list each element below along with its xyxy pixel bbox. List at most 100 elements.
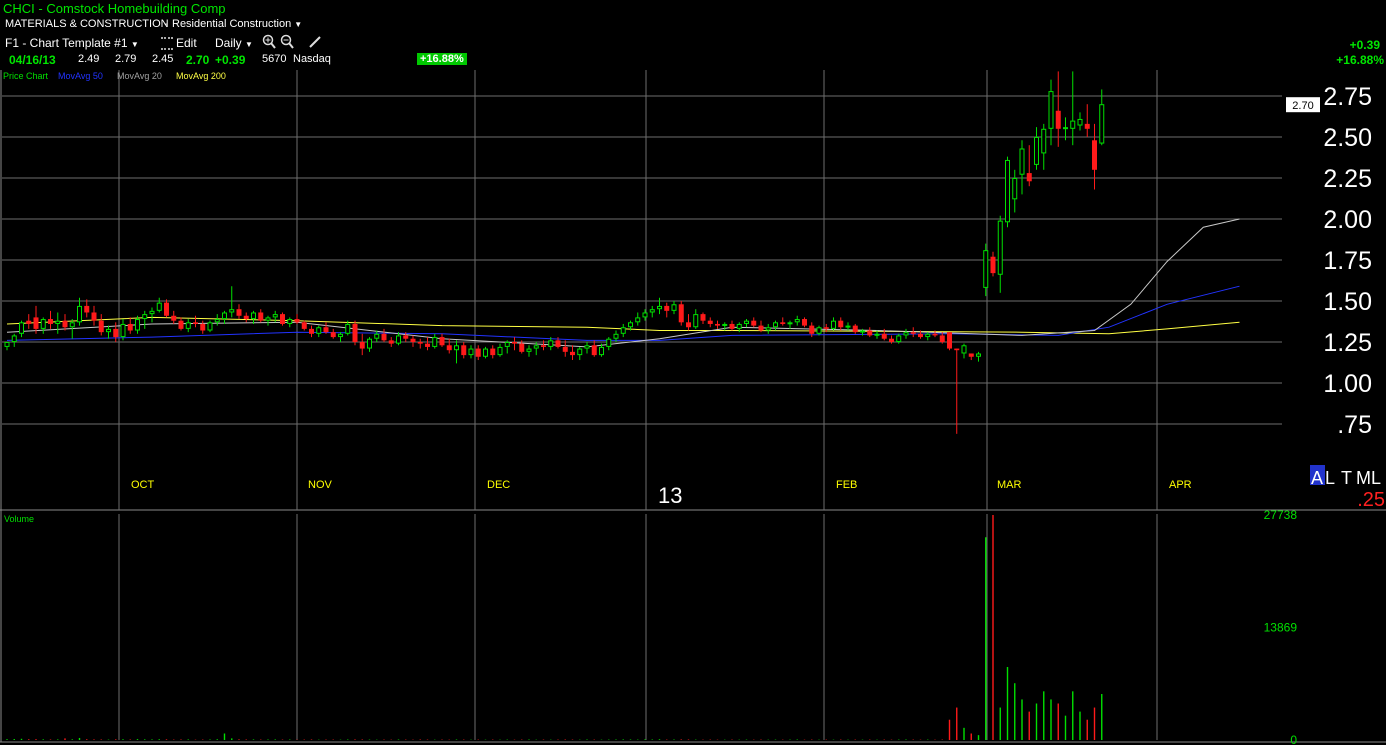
candle-body (374, 333, 380, 339)
candle-body (722, 323, 728, 326)
candle-body (584, 345, 590, 349)
candle-body (403, 335, 409, 339)
candle-body (715, 323, 720, 326)
candle (997, 215, 1003, 293)
candle (374, 330, 380, 342)
candle-body (91, 312, 97, 321)
candle (562, 340, 568, 357)
candle (577, 346, 583, 361)
candle-body (171, 315, 177, 321)
candlesticks (4, 71, 1105, 434)
candle (265, 315, 271, 326)
candle (758, 320, 764, 333)
candle-body (1012, 178, 1018, 200)
candle-body (678, 304, 684, 323)
candle-body (316, 327, 322, 334)
candle-body (439, 337, 445, 346)
candle-body (744, 320, 749, 324)
candle-body (1092, 140, 1097, 170)
candle (149, 307, 155, 323)
volume-tick-label: 27738 (1264, 508, 1298, 522)
candle-body (294, 319, 300, 323)
candle-body (816, 327, 822, 334)
candle-body (635, 317, 641, 323)
candle-body (207, 322, 213, 331)
candle (664, 302, 670, 318)
candle (591, 340, 597, 357)
candle (802, 317, 807, 328)
scale-letter: A (1311, 468, 1323, 488)
candle-body (135, 319, 140, 331)
candle-body (939, 335, 945, 342)
candle-body (193, 322, 198, 324)
candle-body (11, 335, 17, 343)
candle (236, 304, 242, 320)
candle-body (323, 327, 329, 333)
year-label: 13 (658, 483, 682, 508)
candle (845, 322, 851, 331)
candle-body (613, 333, 619, 339)
candle-body (468, 348, 474, 356)
candle (164, 299, 169, 318)
candle-body (127, 323, 133, 331)
candle (258, 309, 264, 323)
candle-body (461, 345, 467, 356)
price-volume-chart[interactable]: 2.75 2.50 2.25 2.00 1.75 1.50 1.25 1.00 .75 OCT NO… (0, 0, 1386, 745)
current-price-label: 2.70 (1292, 100, 1313, 112)
candle (773, 320, 778, 331)
candle (113, 322, 119, 342)
candle (127, 317, 133, 334)
candle (1048, 79, 1054, 146)
candle (715, 320, 720, 329)
axes: 2.75 2.50 2.25 2.00 1.75 1.50 1.25 1.00 .75 OCT NO… (131, 83, 1385, 745)
candle (787, 320, 793, 329)
candle (722, 322, 728, 331)
candle-body (649, 309, 655, 313)
candle (1041, 123, 1047, 170)
scale-letter: T (1341, 468, 1352, 488)
candle-body (287, 319, 293, 324)
candle (504, 340, 510, 354)
candle (838, 317, 844, 331)
candle (1012, 169, 1018, 213)
candle-body (1063, 127, 1068, 130)
candle-body (272, 314, 278, 318)
candle (947, 332, 952, 351)
candle-body (932, 333, 938, 336)
candle (461, 342, 467, 359)
candle-body (664, 305, 670, 311)
candle-body (903, 332, 909, 336)
candle-body (48, 319, 53, 324)
candle (686, 314, 691, 331)
candle-body (164, 302, 169, 316)
month-label: NOV (308, 479, 333, 491)
month-label: FEB (836, 479, 857, 491)
candle-body (156, 302, 162, 311)
candle-body (4, 342, 10, 347)
volume-tick-label: 13869 (1264, 621, 1298, 635)
candle (468, 345, 474, 359)
candle (1099, 89, 1105, 146)
candle (512, 337, 517, 351)
candle-body (889, 338, 894, 342)
candle (84, 299, 90, 318)
candle-body (642, 312, 648, 318)
candle-body (657, 305, 662, 310)
candle-body (367, 338, 372, 349)
month-label: OCT (131, 479, 155, 491)
candle (106, 325, 111, 339)
candle-body (504, 342, 510, 347)
candle-body (84, 305, 90, 313)
candle-body (222, 312, 227, 320)
candle-body (852, 325, 858, 333)
candle-body (1019, 148, 1025, 175)
candle-body (809, 325, 815, 334)
candle (417, 338, 423, 349)
candle-body (802, 319, 807, 326)
candle (309, 325, 314, 338)
candle (381, 328, 387, 342)
candle-body (874, 333, 880, 336)
candle (635, 312, 641, 326)
candle-body (686, 322, 691, 328)
candle-body (396, 335, 401, 344)
